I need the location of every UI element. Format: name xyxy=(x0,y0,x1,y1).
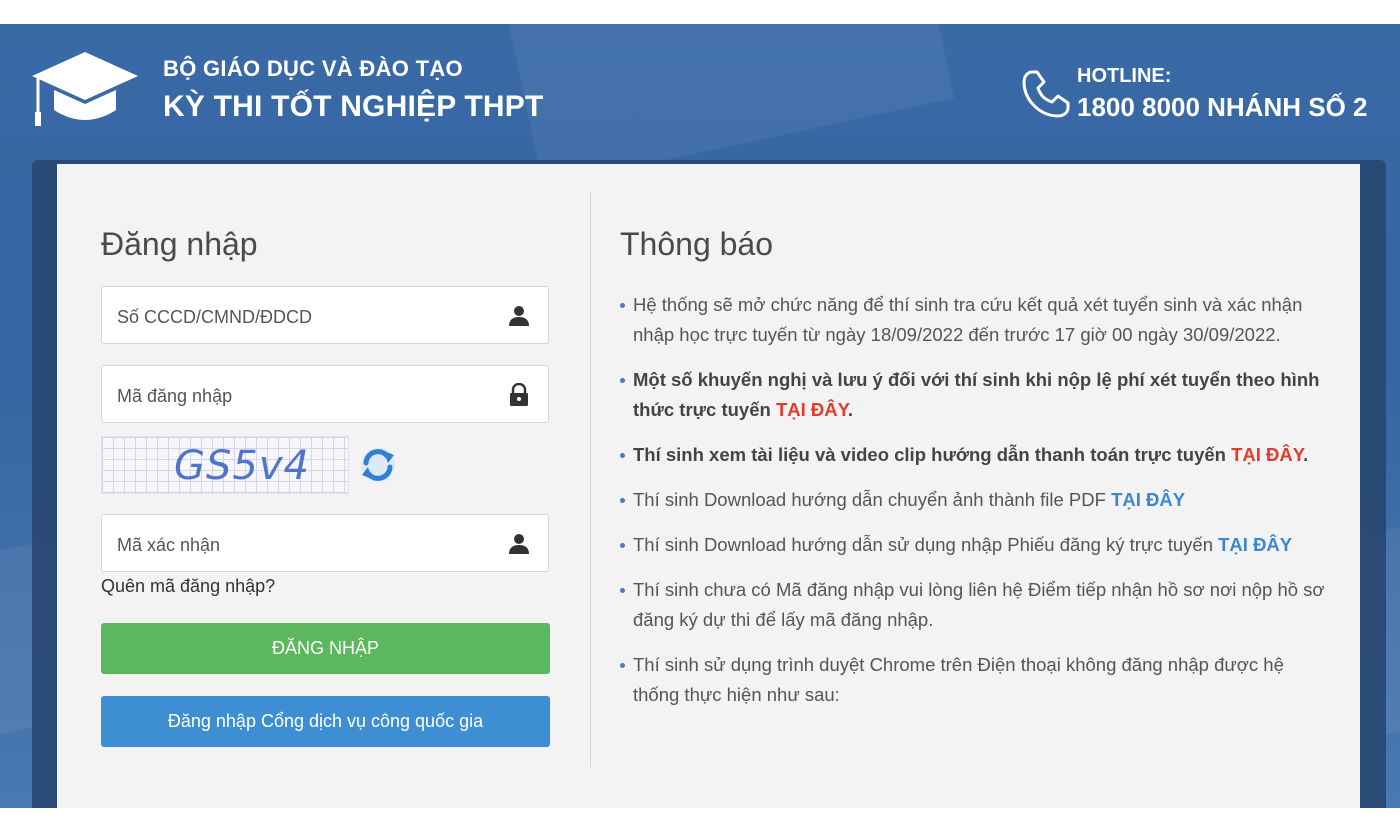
captcha-code-placeholder: Mã xác nhận xyxy=(117,535,221,555)
forgot-login-code-link[interactable]: Quên mã đăng nhập? xyxy=(101,576,275,597)
announcement-item: Thí sinh Download hướng dẫn sử dụng nhập… xyxy=(620,530,1325,560)
announcement-list: Hệ thống sẽ mở chức năng để thí sinh tra… xyxy=(620,290,1325,725)
user-icon xyxy=(509,534,529,554)
announcement-item: Hệ thống sẽ mở chức năng để thí sinh tra… xyxy=(620,290,1325,350)
announcements-title: Thông báo xyxy=(620,226,774,262)
announcement-item: Thí sinh sử dụng trình duyệt Chrome trên… xyxy=(620,650,1325,710)
captcha-code-field[interactable]: Mã xác nhận xyxy=(101,514,549,572)
national-portal-login-button[interactable]: Đăng nhập Cổng dịch vụ công quốc gia xyxy=(101,696,550,747)
announcement-suffix: . xyxy=(1303,444,1309,465)
hotline-label: HOTLINE: xyxy=(1077,65,1172,87)
announcement-text: Một số khuyến nghị và lưu ý đối với thí … xyxy=(633,369,1320,420)
announcement-text: Thí sinh Download hướng dẫn chuyển ảnh t… xyxy=(633,489,1112,510)
announcement-suffix: . xyxy=(847,399,854,420)
exam-title: KỲ THI TỐT NGHIỆP THPT xyxy=(163,90,544,123)
here-link[interactable]: TẠI ĐÂY xyxy=(1231,444,1303,465)
announcement-item: Một số khuyến nghị và lưu ý đối với thí … xyxy=(620,365,1325,425)
column-divider xyxy=(590,192,591,767)
refresh-captcha-icon[interactable] xyxy=(358,445,398,485)
top-margin xyxy=(0,0,1400,24)
here-link[interactable]: TẠI ĐÂY xyxy=(1111,489,1185,510)
announcement-text: Thí sinh sử dụng trình duyệt Chrome trên… xyxy=(633,654,1284,705)
announcement-item: Thí sinh xem tài liệu và video clip hướn… xyxy=(620,440,1325,470)
captcha-image: GS5v4 xyxy=(101,436,349,494)
login-button[interactable]: ĐĂNG NHẬP xyxy=(101,623,550,674)
here-link[interactable]: TẠI ĐÂY xyxy=(1218,534,1292,555)
ministry-name: BỘ GIÁO DỤC VÀ ĐÀO TẠO xyxy=(163,56,463,81)
here-link[interactable]: TẠI ĐÂY xyxy=(776,399,848,420)
main-panel: Đăng nhập Số CCCD/CMND/ĐDCD Mã đăng nhập… xyxy=(57,164,1360,808)
announcement-text: Thí sinh xem tài liệu và video clip hướn… xyxy=(633,444,1232,465)
announcement-text: Thí sinh chưa có Mã đăng nhập vui lòng l… xyxy=(633,579,1325,630)
id-number-placeholder: Số CCCD/CMND/ĐDCD xyxy=(117,307,313,327)
captcha-text: GS5v4 xyxy=(174,443,310,489)
hotline-number: 1800 8000 NHÁNH SỐ 2 xyxy=(1077,92,1368,122)
login-title: Đăng nhập xyxy=(101,226,258,262)
phone-icon xyxy=(1022,70,1070,118)
announcement-text: Hệ thống sẽ mở chức năng để thí sinh tra… xyxy=(633,294,1303,345)
id-number-field[interactable]: Số CCCD/CMND/ĐDCD xyxy=(101,286,549,344)
user-icon xyxy=(509,306,529,326)
announcement-item: Thí sinh Download hướng dẫn chuyển ảnh t… xyxy=(620,485,1325,515)
login-code-placeholder: Mã đăng nhập xyxy=(117,386,233,406)
graduation-cap-icon xyxy=(32,52,138,126)
announcement-item: Thí sinh chưa có Mã đăng nhập vui lòng l… xyxy=(620,575,1325,635)
login-code-field[interactable]: Mã đăng nhập xyxy=(101,365,549,423)
lock-icon xyxy=(510,383,528,406)
bottom-margin xyxy=(0,808,1400,840)
announcement-text: Thí sinh Download hướng dẫn sử dụng nhập… xyxy=(633,534,1219,555)
